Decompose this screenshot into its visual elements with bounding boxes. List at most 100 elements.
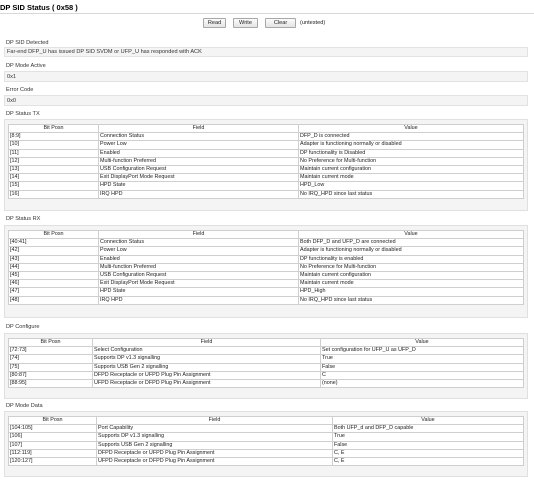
- table-row: [104:105] Port Capability Both UFP_d and D…: [8, 424, 524, 434]
- clear-button[interactable]: Clear: [265, 18, 296, 28]
- table-row: [42] Power Low Adapter is functioning norm…: [8, 246, 524, 256]
- table-row: [46] Exit DisplayPort Mode Request Maintai…: [8, 279, 524, 289]
- table-row: [48] IRQ HPD No IRQ_HPD since last status: [8, 295, 524, 305]
- table-row: [16] IRQ HPD No IRQ_HPD since last status: [8, 189, 524, 199]
- value-cell: No IRQ_HPD since last status: [298, 295, 524, 305]
- mode-data-table: Bit Posn Field Value [104:105] Port Capab…: [8, 415, 524, 467]
- value-cell: No IRQ_HPD since last status: [298, 189, 524, 199]
- bit-cell: [13]: [8, 164, 99, 175]
- field-cell: USB Configuration Request: [98, 270, 299, 281]
- table-row: [15] HPD State HPD_Low: [8, 181, 524, 191]
- value-cell: Both UFP_d and DFP_D capable: [332, 424, 524, 434]
- table-header-row: Bit Posn Field Value: [8, 415, 524, 426]
- field-cell: HPD State: [98, 181, 299, 191]
- status-rx-panel: Bit Posn Field Value [40:41] Connection S…: [4, 225, 528, 318]
- value-cell: Adapter is functioning normally or disab…: [298, 246, 524, 256]
- sid-detected-value: Far-end DFP_U has issued DP SID SVDM or …: [4, 47, 528, 57]
- table-row: [75] Supports USB Gen 2 signalling False: [8, 362, 524, 372]
- column-header: Value: [332, 415, 524, 426]
- field-cell: Exit DisplayPort Mode Request: [98, 173, 299, 183]
- bit-cell: [88:95]: [8, 378, 93, 389]
- field-cell: HPD State: [98, 287, 299, 297]
- bit-cell: [8:9]: [8, 132, 99, 142]
- column-header: Field: [92, 337, 321, 348]
- table-row: [10] Power Low Adapter is functioning norm…: [8, 140, 524, 150]
- bit-cell: [14]: [8, 173, 99, 183]
- bit-cell: [12]: [8, 156, 99, 166]
- value-cell: True: [332, 432, 524, 442]
- value-cell: Maintain current configuration: [298, 270, 524, 281]
- table-header-row: Bit Posn Field Value: [8, 337, 524, 348]
- value-cell: DP functionality is enabled: [298, 254, 524, 264]
- bit-cell: [42]: [8, 246, 99, 256]
- table-row: [11] Enabled DP functionality is Disabled: [8, 148, 524, 158]
- column-header: Value: [298, 229, 524, 240]
- bit-cell: [80:87]: [8, 370, 93, 380]
- configure-label: DP Configure: [6, 324, 40, 330]
- value-cell: No Preference for Multi-function: [298, 262, 524, 272]
- error-code-value: 0x0: [4, 95, 528, 106]
- status-tx-table: Bit Posn Field Value [8:9] Connection Sta…: [8, 123, 524, 199]
- field-cell: Multi-function Preferred: [98, 262, 299, 272]
- bit-cell: [112:119]: [8, 448, 97, 458]
- column-header: Value: [320, 337, 524, 348]
- table-row: [106] Supports DP v1.3 signalling True: [8, 432, 524, 442]
- table-row: [107] Supports USB Gen 2 signalling False: [8, 440, 524, 450]
- bit-cell: [75]: [8, 362, 93, 372]
- bit-cell: [44]: [8, 262, 99, 272]
- table-row: [8:9] Connection Status DFP_D is connected: [8, 132, 524, 142]
- mode-data-panel: Bit Posn Field Value [104:105] Port Capab…: [4, 411, 528, 477]
- value-cell: HPD_Low: [298, 181, 524, 191]
- column-header: Bit Posn: [8, 229, 99, 240]
- field-cell: Supports USB Gen 2 signalling: [92, 362, 321, 372]
- table-row: [88:95] UFPD Receptacle or DFPD Plug Pin …: [8, 378, 524, 389]
- value-cell: C: [320, 370, 524, 380]
- bit-cell: [74]: [8, 354, 93, 364]
- mode-active-value: 0x1: [4, 71, 528, 82]
- bit-cell: [46]: [8, 279, 99, 289]
- configure-table: Bit Posn Field Value [72:73] Select Confi…: [8, 337, 524, 389]
- status-rx-label: DP Status RX: [6, 216, 41, 222]
- field-cell: Exit DisplayPort Mode Request: [98, 279, 299, 289]
- field-cell: Supports DP v1.3 signalling: [96, 432, 333, 442]
- value-cell: Adapter is functioning normally or disab…: [298, 140, 524, 150]
- field-cell: Supports DP v1.3 signalling: [92, 354, 321, 364]
- column-header: Field: [98, 123, 299, 134]
- toolbar: Read Write Clear (untested): [203, 18, 325, 28]
- table-row: [13] USB Configuration Request Maintain cu…: [8, 164, 524, 175]
- status-tx-label: DP Status TX: [6, 111, 40, 117]
- bit-cell: [120:127]: [8, 456, 97, 467]
- field-cell: Enabled: [98, 254, 299, 264]
- status-rx-table: Bit Posn Field Value [40:41] Connection S…: [8, 229, 524, 305]
- value-cell: HPD_High: [298, 287, 524, 297]
- column-header: Bit Posn: [8, 123, 99, 134]
- table-row: [43] Enabled DP functionality is enabled: [8, 254, 524, 264]
- field-cell: Select Configuration: [92, 346, 321, 356]
- table-header-row: Bit Posn Field Value: [8, 229, 524, 240]
- field-cell: Connection Status: [98, 132, 299, 142]
- bit-cell: [16]: [8, 189, 99, 199]
- table-row: [80:87] DFPD Receptacle or UFPD Plug Pin …: [8, 370, 524, 380]
- value-cell: Set configuration for UFP_U as UFP_D: [320, 346, 524, 356]
- value-cell: C, E: [332, 456, 524, 467]
- value-cell: Both DFP_D and UFP_D are connected: [298, 238, 524, 248]
- bit-cell: [10]: [8, 140, 99, 150]
- read-button[interactable]: Read: [203, 18, 226, 28]
- value-cell: (none): [320, 378, 524, 389]
- sid-detected-label: DP SID Detected: [6, 40, 49, 46]
- value-cell: C, E: [332, 448, 524, 458]
- table-row: [45] USB Configuration Request Maintain cu…: [8, 270, 524, 281]
- bit-cell: [107]: [8, 440, 97, 450]
- title-divider: [0, 13, 534, 14]
- table-row: [120:127] UFPD Receptacle or DFPD Plug Pi…: [8, 456, 524, 467]
- bit-cell: [40:41]: [8, 238, 99, 248]
- mode-active-label: DP Mode Active: [6, 63, 46, 69]
- field-cell: UFPD Receptacle or DFPD Plug Pin Assignm…: [92, 378, 321, 389]
- column-header: Bit Posn: [8, 415, 97, 426]
- bit-cell: [106]: [8, 432, 97, 442]
- test-status: (untested): [300, 20, 326, 26]
- value-cell: True: [320, 354, 524, 364]
- bit-cell: [47]: [8, 287, 99, 297]
- write-button[interactable]: Write: [233, 18, 258, 28]
- table-row: [40:41] Connection Status Both DFP_D and U…: [8, 238, 524, 248]
